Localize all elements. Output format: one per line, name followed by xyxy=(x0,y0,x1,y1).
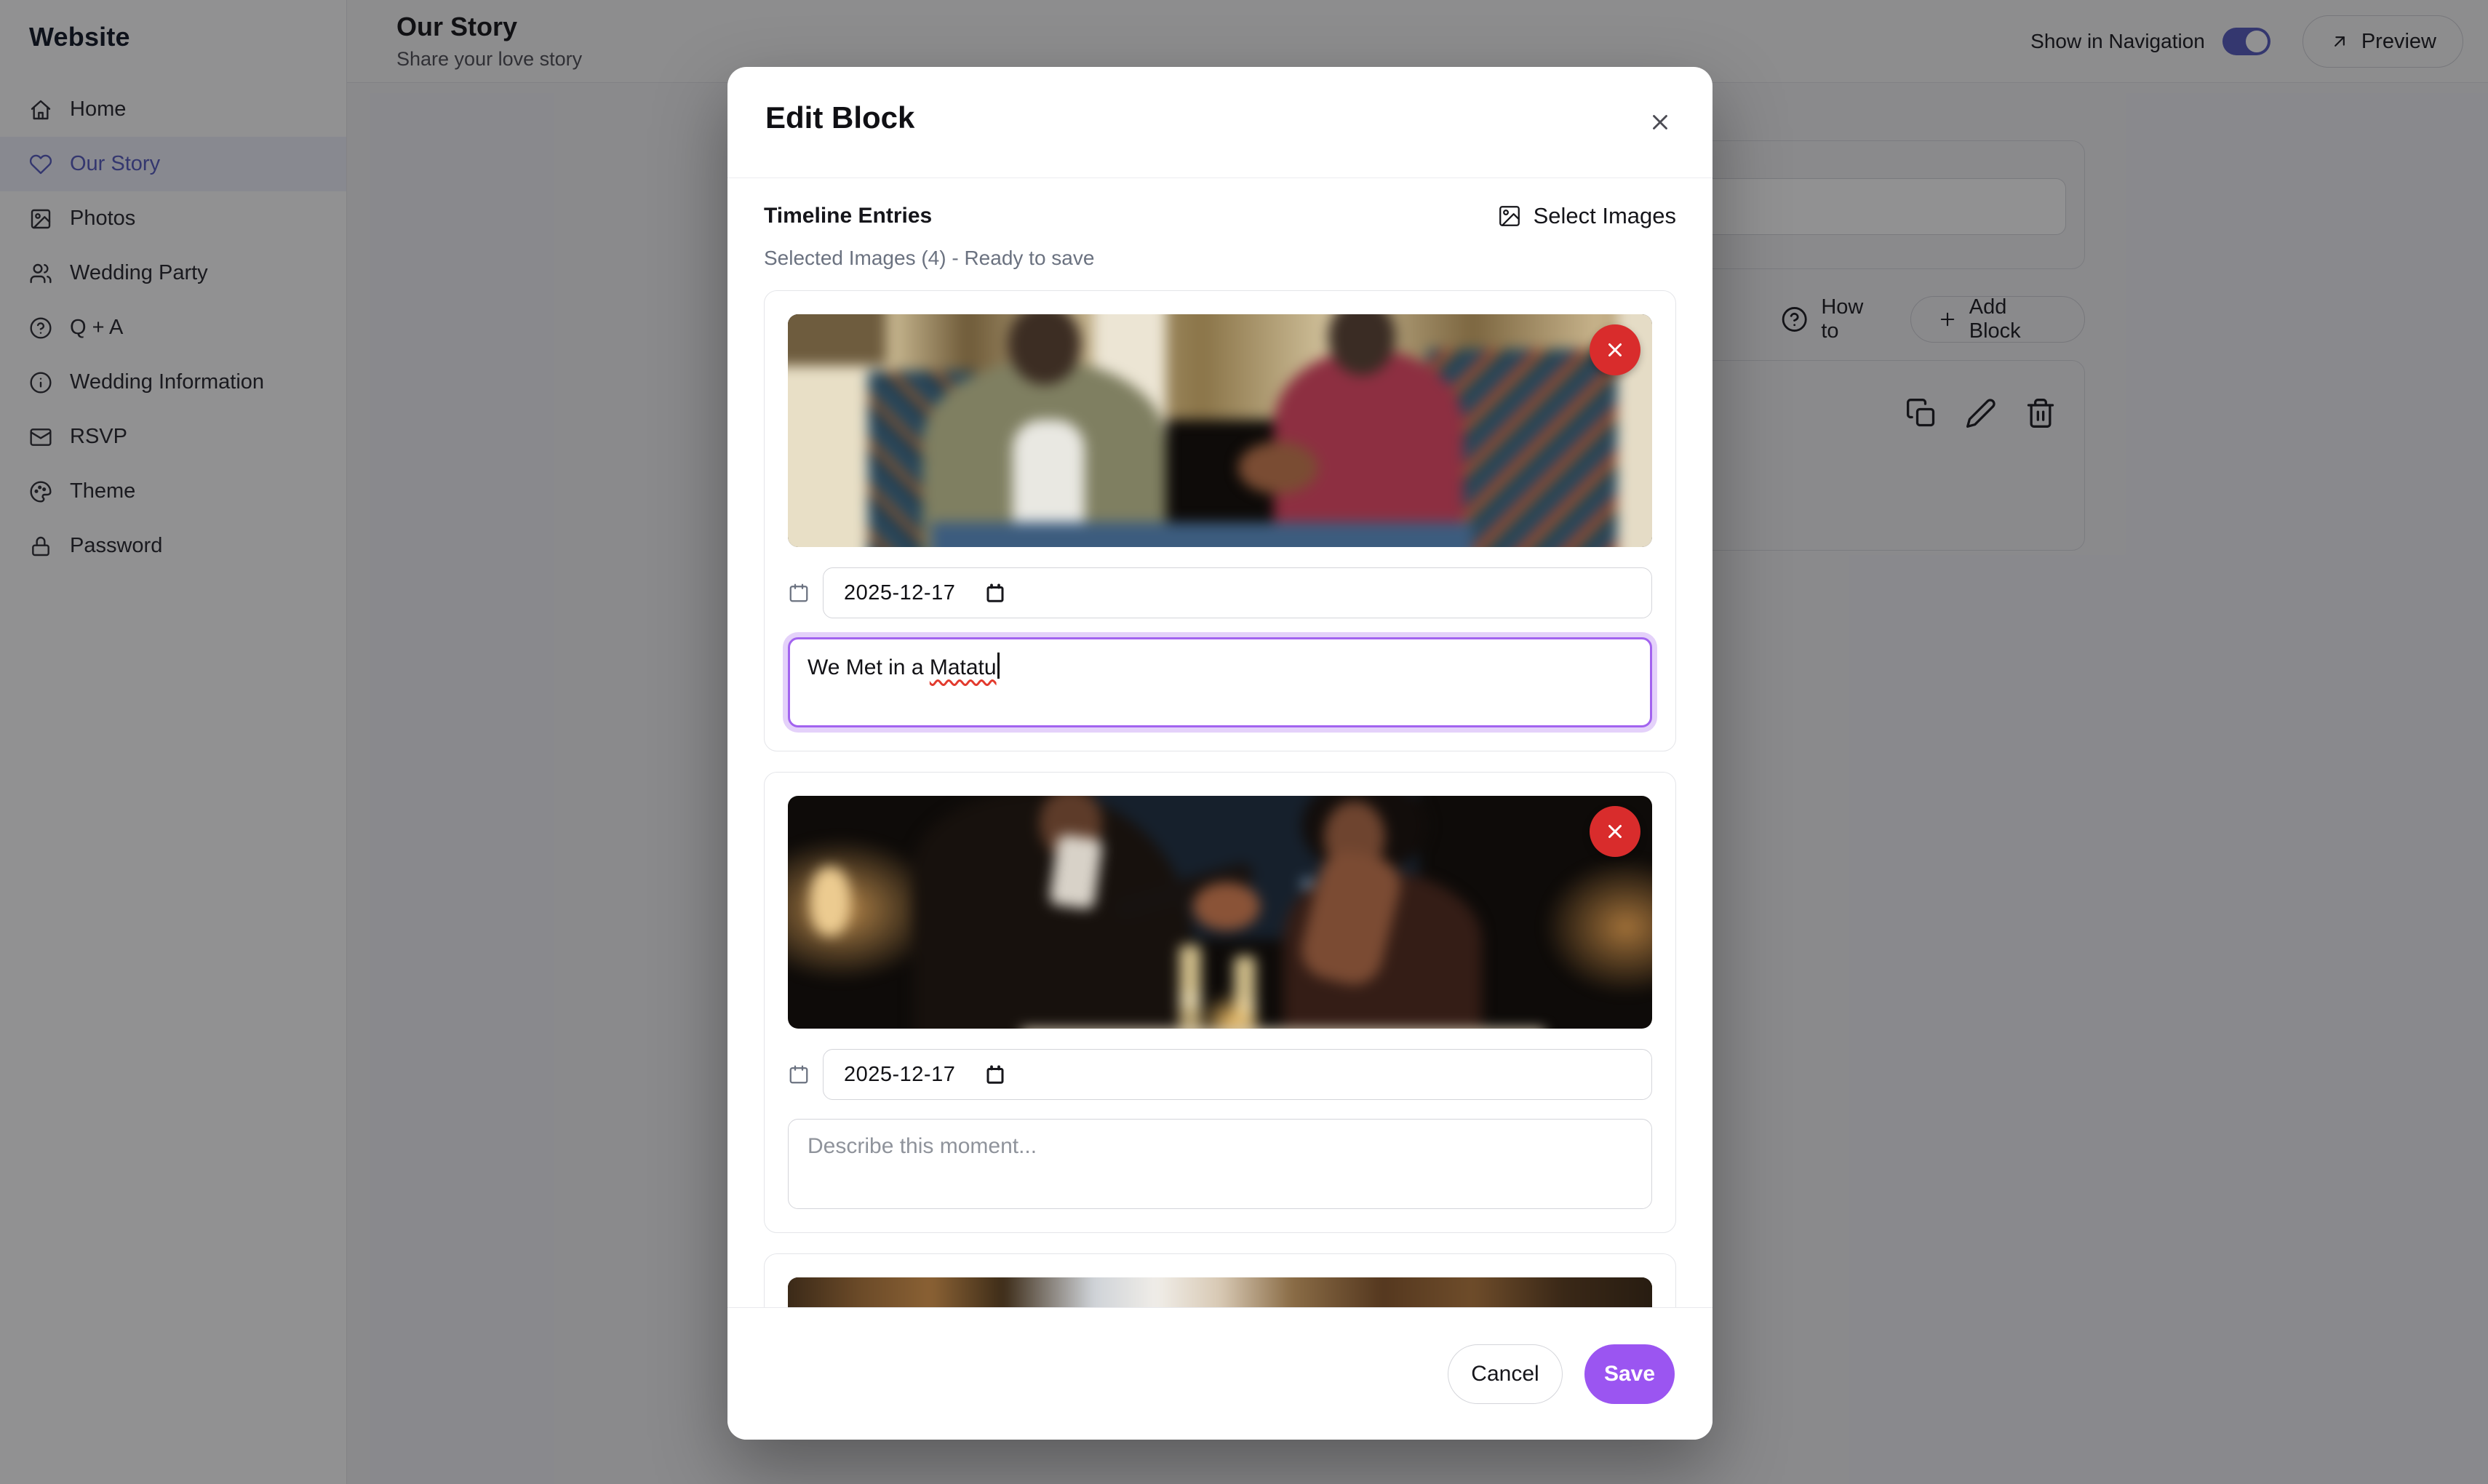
calendar-icon xyxy=(788,582,810,604)
timeline-header-row: Timeline Entries Select Images xyxy=(764,203,1676,229)
timeline-entry-card xyxy=(764,1253,1676,1307)
selected-images-status: Selected Images (4) - Ready to save xyxy=(764,247,1676,270)
entry-caption-input[interactable] xyxy=(788,1119,1652,1209)
entry-date-value: 2025-12-17 xyxy=(844,581,955,605)
entry-date-input[interactable]: 2025-12-17 xyxy=(823,1049,1652,1100)
edit-block-modal: Edit Block Timeline Entries Select Image… xyxy=(727,67,1713,1440)
photo-art xyxy=(788,1277,1652,1307)
select-images-button[interactable]: Select Images xyxy=(1497,203,1676,229)
photo-wedding-aisle-partial xyxy=(788,1277,1652,1307)
remove-image-icon xyxy=(1604,821,1626,842)
photo-couple-in-matatu xyxy=(788,314,1652,547)
close-icon xyxy=(1648,110,1672,135)
calendar-picker-icon[interactable] xyxy=(984,1064,1006,1085)
calendar-picker-icon[interactable] xyxy=(984,582,1006,604)
caption-text: We Met in a xyxy=(808,655,930,679)
modal-close-button[interactable] xyxy=(1643,105,1678,140)
cancel-button[interactable]: Cancel xyxy=(1448,1344,1563,1404)
save-button[interactable]: Save xyxy=(1584,1344,1675,1404)
text-caret xyxy=(997,653,1000,679)
calendar-icon xyxy=(788,1064,810,1085)
modal-title: Edit Block xyxy=(765,100,914,135)
caption-misspelled-word: Matatu xyxy=(930,655,997,679)
entry-date-row: 2025-12-17 xyxy=(788,1049,1652,1100)
modal-footer: Cancel Save xyxy=(727,1307,1713,1440)
remove-image-button[interactable] xyxy=(1590,806,1640,857)
modal-header: Edit Block xyxy=(727,67,1713,178)
entry-date-input[interactable]: 2025-12-17 xyxy=(823,567,1652,618)
modal-scroll-area[interactable]: Timeline Entries Select Images Selected … xyxy=(727,178,1713,1307)
photo-proposal-dinner xyxy=(788,796,1652,1029)
entry-date-row: 2025-12-17 xyxy=(788,567,1652,618)
timeline-entries-title: Timeline Entries xyxy=(764,204,932,228)
select-images-label: Select Images xyxy=(1534,203,1676,229)
timeline-entry-card: 2025-12-17 xyxy=(764,772,1676,1233)
remove-image-icon xyxy=(1604,339,1626,361)
image-icon xyxy=(1497,204,1522,228)
photo-art xyxy=(788,796,1652,1029)
entry-caption-input[interactable]: We Met in a Matatu xyxy=(788,637,1652,727)
remove-image-button[interactable] xyxy=(1590,324,1640,375)
timeline-entry-card: 2025-12-17 We Met in a Matatu xyxy=(764,290,1676,751)
entry-date-value: 2025-12-17 xyxy=(844,1063,955,1087)
photo-art xyxy=(788,314,1652,547)
